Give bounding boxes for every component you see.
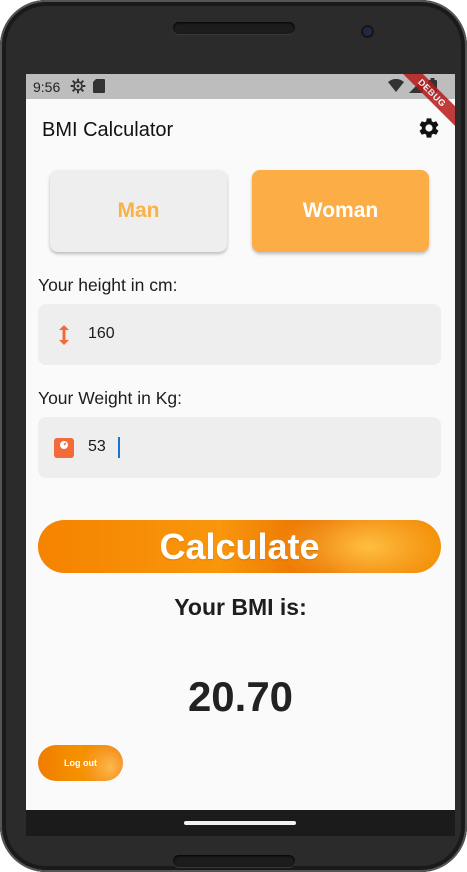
- weight-field[interactable]: [38, 417, 441, 478]
- gear-icon[interactable]: [417, 116, 441, 140]
- height-input[interactable]: [88, 322, 418, 346]
- app-screen: 9:56 DEBUG BMI Calculator Man Woman Your…: [26, 74, 455, 810]
- earpiece-speaker: [173, 22, 295, 34]
- wifi-icon: [388, 78, 404, 92]
- settings-gear-icon: [70, 78, 86, 94]
- height-arrows-icon: [59, 325, 69, 345]
- status-time: 9:56: [33, 79, 61, 95]
- app-title: BMI Calculator: [42, 119, 174, 141]
- sd-card-icon: [93, 79, 105, 93]
- man-button[interactable]: Man: [50, 170, 227, 252]
- front-camera: [363, 27, 372, 36]
- woman-button[interactable]: Woman: [252, 170, 429, 252]
- scale-icon: [54, 438, 74, 458]
- bmi-result-value: 20.70: [187, 673, 294, 720]
- weight-label: Your Weight in Kg:: [38, 388, 182, 408]
- logout-button[interactable]: Log out: [38, 745, 123, 781]
- height-field[interactable]: [38, 304, 441, 365]
- text-cursor: [118, 437, 120, 458]
- weight-input[interactable]: [88, 435, 418, 459]
- status-bar: 9:56 DEBUG: [26, 74, 455, 130]
- navigation-bar: [26, 810, 455, 836]
- status-icons-left: [70, 78, 106, 94]
- home-indicator[interactable]: [184, 821, 296, 825]
- bmi-result-label: Your BMI is:: [174, 594, 307, 620]
- bottom-speaker: [173, 855, 295, 867]
- calculate-button[interactable]: Calculate: [38, 520, 441, 573]
- height-label: Your height in cm:: [38, 275, 178, 295]
